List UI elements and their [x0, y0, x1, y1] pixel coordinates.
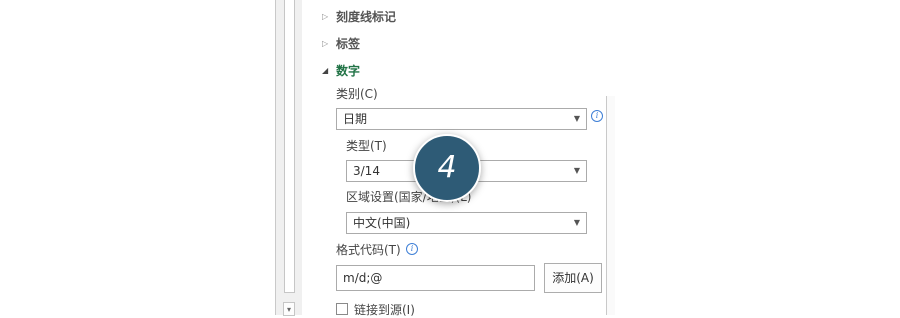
left-scrollbar[interactable]: ▾ [275, 0, 303, 316]
expand-triangle-icon: ▷ [322, 11, 329, 21]
info-icon[interactable]: i [406, 243, 418, 255]
collapse-triangle-icon: ◢ [322, 65, 329, 75]
scroll-down-button[interactable]: ▾ [283, 302, 295, 316]
link-to-source-checkbox[interactable] [336, 303, 348, 315]
chevron-down-icon: ▼ [573, 218, 580, 227]
section-labels[interactable]: ▷ 标签 [322, 34, 360, 52]
category-value: 日期 [343, 112, 368, 126]
add-button[interactable]: 添加(A) [544, 263, 602, 293]
scroll-track[interactable] [284, 0, 295, 293]
locale-value: 中文(中国) [353, 216, 411, 230]
link-to-source-label: 链接到源(I) [354, 303, 415, 317]
category-label: 类别(C) [336, 87, 378, 101]
section-labels-label: 标签 [336, 36, 361, 51]
category-combo[interactable]: 日期 ▼ [336, 108, 587, 130]
expand-triangle-icon: ▷ [322, 38, 329, 48]
section-tick-marks[interactable]: ▷ 刻度线标记 [322, 7, 396, 25]
section-number[interactable]: ◢ 数字 [322, 61, 360, 79]
chevron-down-icon: ▼ [573, 166, 580, 175]
type-value: 3/14 [353, 164, 380, 178]
type-label: 类型(T) [346, 139, 387, 153]
format-code-label: 格式代码(T) [336, 243, 401, 257]
step-number-badge: 4 [413, 134, 481, 202]
section-number-label: 数字 [336, 63, 361, 78]
locale-combo[interactable]: 中文(中国) ▼ [346, 212, 587, 234]
format-code-input[interactable]: m/d;@ [336, 265, 535, 291]
chevron-down-icon: ▼ [573, 114, 580, 123]
format-code-value: m/d;@ [343, 271, 383, 285]
panel-right-edge [606, 96, 615, 315]
info-icon[interactable]: i [591, 110, 603, 122]
section-tick-marks-label: 刻度线标记 [336, 9, 397, 24]
